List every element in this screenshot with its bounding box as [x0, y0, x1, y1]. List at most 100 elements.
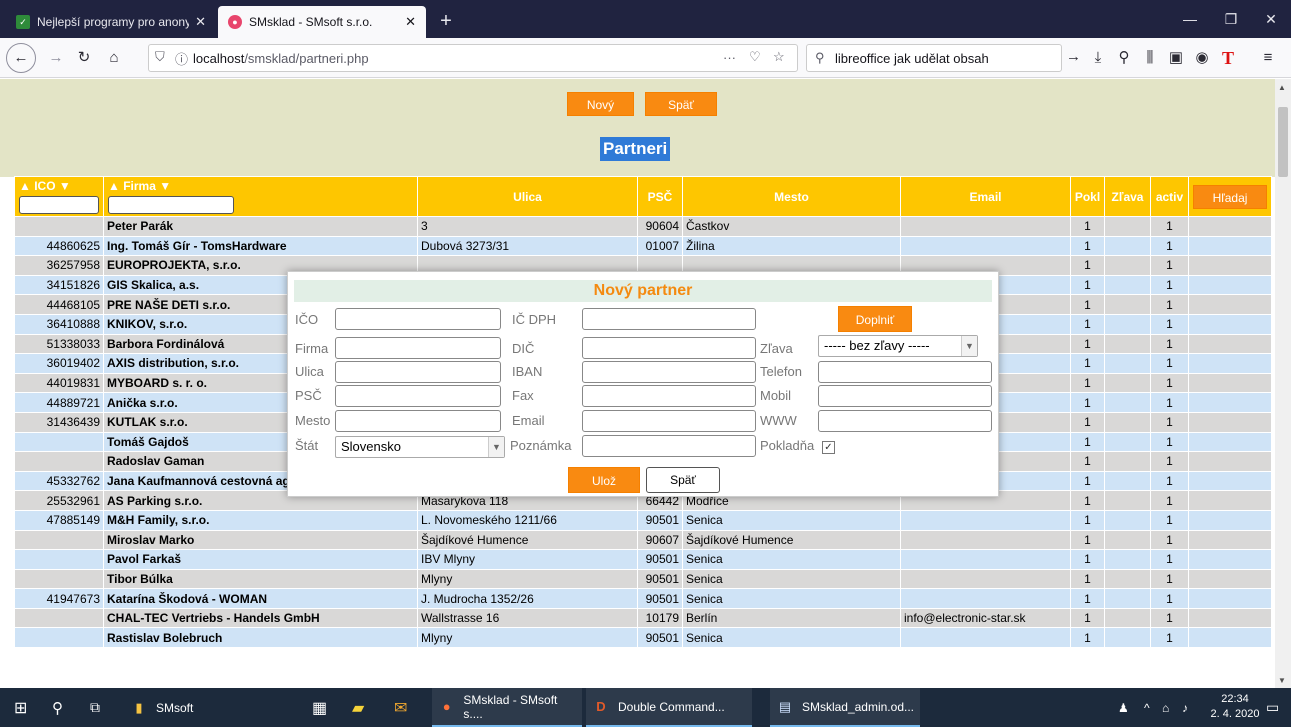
- account-icon[interactable]: ◉: [1190, 46, 1214, 70]
- sticky-notes-icon[interactable]: ▰: [352, 688, 364, 727]
- extension-icon[interactable]: ⚲: [1112, 46, 1136, 70]
- bookmark-star-icon[interactable]: ☆: [773, 49, 785, 65]
- network-icon[interactable]: ⌂: [1162, 688, 1169, 727]
- cell-activ: 1: [1150, 627, 1189, 649]
- people-icon[interactable]: ♟: [1118, 688, 1129, 727]
- scroll-down-icon[interactable]: ▼: [1278, 676, 1286, 685]
- tab-anonymity-programs[interactable]: ✓ Nejlepší programy pro anonym ✕: [6, 6, 216, 38]
- pokladna-checkbox[interactable]: ✓: [822, 441, 835, 454]
- iban-field[interactable]: [582, 361, 756, 383]
- firma-field[interactable]: [335, 337, 501, 359]
- search-go-arrow-icon[interactable]: →: [1066, 48, 1081, 65]
- fill-in-button[interactable]: Doplniť: [838, 306, 912, 332]
- zlava-label: Zľava: [760, 341, 793, 356]
- taskbar-clock[interactable]: 22:34 2. 4. 2020: [1210, 692, 1260, 722]
- taskbar-firefox-smsklad[interactable]: ● SMsklad - SMsoft s....: [432, 688, 582, 727]
- zlava-select[interactable]: ----- bez zľavy ----- ▼: [818, 335, 978, 357]
- cell-firma: Rastislav Bolebruch: [103, 627, 418, 649]
- cell-pokl: 1: [1070, 568, 1105, 590]
- windows-start-icon[interactable]: ⊞: [14, 688, 27, 727]
- downloads-icon[interactable]: ⤓: [1086, 46, 1110, 70]
- sidebar-icon[interactable]: ▣: [1164, 46, 1188, 70]
- table-row[interactable]: 47885149 M&H Family, s.r.o. L. Novomeského…: [14, 509, 1272, 531]
- cell-actions: [1188, 470, 1272, 492]
- firma-filter-input[interactable]: [108, 196, 234, 214]
- close-icon[interactable]: ✕: [405, 14, 416, 30]
- cell-pokl: 1: [1070, 490, 1105, 511]
- email-field[interactable]: [582, 410, 756, 432]
- table-row[interactable]: 41947673 Katarína Škodová - WOMAN J. Mudro…: [14, 588, 1272, 609]
- table-row[interactable]: CHAL-TEC Vertriebs - Handels GmbH Wallstr…: [14, 607, 1272, 629]
- ulica-field[interactable]: [335, 361, 501, 383]
- telefon-field[interactable]: [818, 361, 992, 383]
- taskbar-label: SMsklad - SMsoft s....: [463, 692, 558, 721]
- mobil-field[interactable]: [818, 385, 992, 407]
- taskbar-double-commander[interactable]: D Double Command...: [586, 688, 752, 727]
- psc-field[interactable]: [335, 385, 501, 407]
- translate-extension-icon[interactable]: T: [1216, 46, 1240, 70]
- taskbar-folder-smsoft[interactable]: ▮ SMsoft: [124, 688, 199, 727]
- tab-label: SMsklad - SMsoft s.r.o.: [249, 15, 373, 29]
- dialog-back-button[interactable]: Späť: [646, 467, 720, 493]
- search-icon[interactable]: ⚲: [52, 688, 63, 727]
- address-bar[interactable]: ⛉ ⓘ localhost/smsklad/partneri.php ··· ♡…: [148, 44, 798, 72]
- sort-ico-toggle[interactable]: ▲ ICO ▼: [19, 179, 71, 193]
- search-input[interactable]: libreoffice jak udělat obsah: [835, 51, 989, 66]
- table-row[interactable]: Peter Parák 3 90604 Častkov 1 1: [14, 216, 1272, 237]
- new-tab-button[interactable]: +: [432, 8, 460, 36]
- poznamka-field[interactable]: [582, 435, 756, 457]
- table-row[interactable]: Pavol Farkaš IBV Mlyny 90501 Senica 1 1: [14, 549, 1272, 570]
- cell-email: [900, 235, 1071, 257]
- task-view-icon[interactable]: ⧉: [90, 688, 100, 727]
- ico-field[interactable]: [335, 308, 501, 330]
- taskbar-smsklad-admin[interactable]: ▤ SMsklad_admin.od...: [770, 688, 920, 727]
- dic-field[interactable]: [582, 337, 756, 359]
- smsklad-favicon-icon: ●: [228, 15, 242, 29]
- info-icon[interactable]: ⓘ: [175, 49, 188, 68]
- close-window-button[interactable]: ✕: [1251, 0, 1291, 38]
- close-icon[interactable]: ✕: [195, 14, 206, 30]
- cell-ico: 51338033: [14, 333, 104, 355]
- page-actions-icon[interactable]: ···: [723, 50, 736, 65]
- reload-icon[interactable]: ↻: [72, 46, 96, 70]
- table-row[interactable]: 44860625 Ing. Tomáš Gír - TomsHardware Dub…: [14, 235, 1272, 257]
- www-field[interactable]: [818, 410, 992, 432]
- table-row[interactable]: Rastislav Bolebruch Mlyny 90501 Senica 1 1: [14, 627, 1272, 649]
- url-text[interactable]: localhost/smsklad/partneri.php: [193, 51, 369, 66]
- mesto-field[interactable]: [335, 410, 501, 432]
- cell-email: [900, 588, 1071, 609]
- search-button[interactable]: Hľadaj: [1193, 184, 1267, 209]
- restore-button[interactable]: ❐: [1211, 0, 1251, 38]
- search-bar[interactable]: ⚲ libreoffice jak udělat obsah →: [806, 44, 1081, 72]
- tab-smsklad[interactable]: ● SMsklad - SMsoft s.r.o. ✕: [218, 6, 426, 38]
- ico-filter-input[interactable]: [19, 196, 99, 214]
- column-activ: activ: [1150, 176, 1189, 217]
- volume-icon[interactable]: ♪: [1182, 688, 1188, 727]
- scroll-up-icon[interactable]: ▲: [1278, 83, 1286, 92]
- table-row[interactable]: Tibor Búlka Mlyny 90501 Senica 1 1: [14, 568, 1272, 590]
- library-icon[interactable]: ⫼: [1138, 46, 1162, 70]
- stat-select[interactable]: Slovensko ▼: [335, 436, 505, 458]
- mail-icon[interactable]: ✉: [394, 688, 407, 727]
- table-row[interactable]: Miroslav Marko Šajdíkové Humence 90607 Šajd…: [14, 529, 1272, 551]
- sort-firma-toggle[interactable]: ▲ Firma ▼: [108, 179, 171, 193]
- save-button[interactable]: Ulož: [568, 467, 640, 493]
- home-icon[interactable]: ⌂: [102, 46, 126, 70]
- minimize-button[interactable]: —: [1170, 0, 1210, 38]
- back-button[interactable]: Späť: [645, 92, 717, 116]
- forward-arrow-icon[interactable]: →: [44, 46, 68, 70]
- chevron-up-icon[interactable]: ^: [1144, 688, 1150, 727]
- calculator-icon[interactable]: ▦: [312, 688, 327, 727]
- menu-icon[interactable]: ≡: [1256, 46, 1280, 70]
- back-arrow-icon[interactable]: ←: [6, 43, 36, 73]
- notifications-icon[interactable]: ▭: [1266, 688, 1279, 727]
- cell-activ: 1: [1150, 235, 1189, 257]
- scrollbar-thumb[interactable]: [1278, 107, 1288, 177]
- fax-field[interactable]: [582, 385, 756, 407]
- ic-dph-field[interactable]: [582, 308, 756, 330]
- new-partner-button[interactable]: Nový: [567, 92, 634, 116]
- cell-actions: [1188, 431, 1272, 453]
- pocket-icon[interactable]: ♡: [749, 49, 761, 65]
- shield-icon[interactable]: ⛉: [155, 49, 165, 65]
- page-scrollbar[interactable]: ▲ ▼: [1275, 79, 1291, 688]
